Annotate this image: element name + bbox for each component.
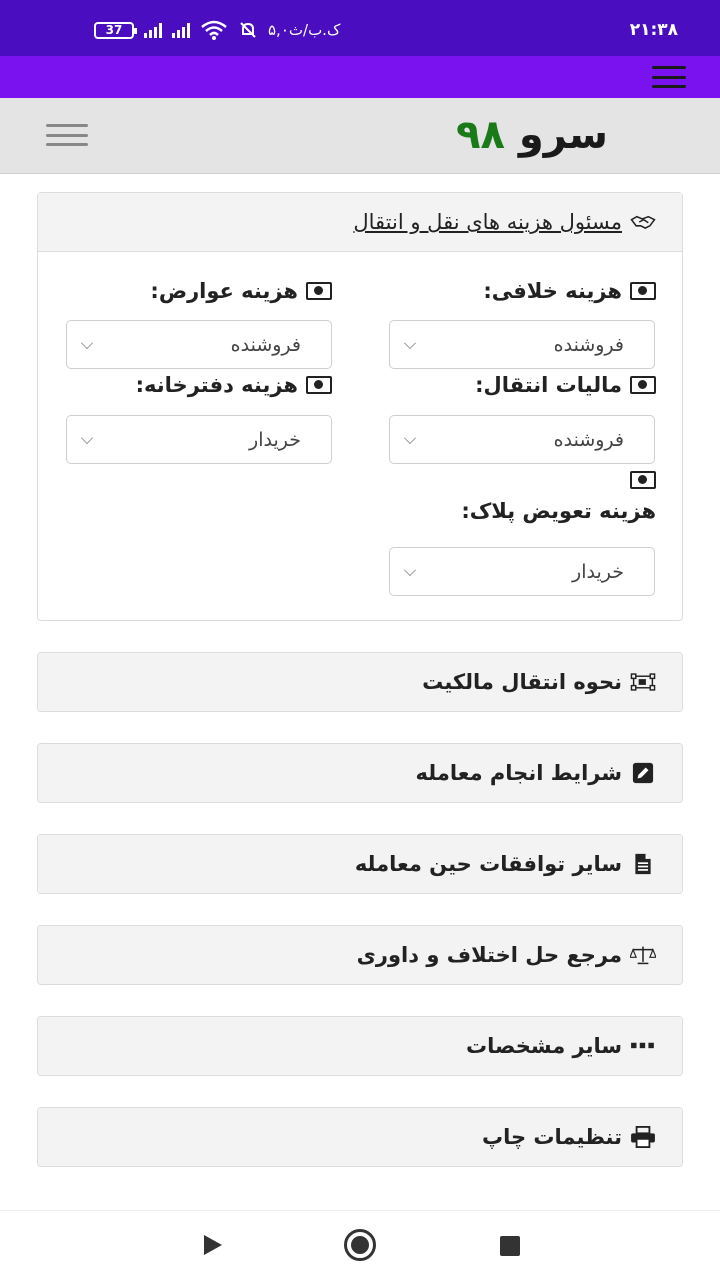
scale-icon: [630, 946, 656, 965]
app-menu-icon[interactable]: [652, 66, 686, 88]
section-header[interactable]: مرجع حل اختلاف و داوری: [38, 926, 682, 984]
notary-cost-field: هزینه دفترخانه:: [136, 373, 332, 397]
section-label: مرجع حل اختلاف و داوری: [356, 943, 622, 967]
chevron-down-icon: [404, 337, 416, 349]
section-other-agreements[interactable]: سایر توافقات حین معامله: [37, 834, 683, 894]
plate-change-select[interactable]: خریدار: [389, 547, 655, 596]
money-icon: [630, 471, 656, 489]
transfer-tax-select[interactable]: فروشنده: [389, 415, 655, 464]
status-bar: 37 ۵,۰ک.ب/ث ۲۱:۳۸: [0, 0, 720, 56]
duties-cost-select[interactable]: فروشنده: [66, 320, 332, 369]
section-header[interactable]: سایر توافقات حین معامله: [38, 835, 682, 893]
printer-icon: [631, 1126, 655, 1148]
section-header[interactable]: نحوه انتقال مالکیت: [38, 653, 682, 711]
site-header: سرو ۹۸: [0, 98, 720, 174]
section-label: نحوه انتقال مالکیت: [422, 670, 622, 694]
signal-icon-2: [172, 22, 190, 38]
duties-cost-field: هزینه عوارض:: [150, 279, 332, 303]
home-icon[interactable]: [344, 1229, 376, 1261]
notary-cost-value: خریدار: [249, 429, 301, 451]
transfer-tax-value: فروشنده: [553, 429, 624, 451]
signal-icon: [144, 22, 162, 38]
section-header[interactable]: تنظیمات چاپ: [38, 1108, 682, 1166]
recent-apps-icon[interactable]: [500, 1236, 520, 1256]
system-nav-bar: [0, 1210, 720, 1280]
chevron-down-icon: [404, 432, 416, 444]
status-icons: 37 ۵,۰ک.ب/ث: [94, 20, 340, 40]
costs-responsibility-card: مسئول هزینه های نقل و انتقال هزینه خلافی…: [37, 192, 683, 621]
muted-bell-icon: [240, 22, 256, 38]
transfer-tax-field: مالیات انتقال:: [475, 373, 656, 397]
chevron-down-icon: [404, 564, 416, 576]
money-icon: [630, 376, 656, 394]
money-icon: [630, 282, 656, 300]
money-icon: [306, 376, 332, 394]
plate-change-field: هزینه تعویض پلاک:: [461, 471, 656, 523]
app-bar: [0, 56, 720, 98]
duties-cost-label: هزینه عوارض:: [150, 279, 298, 303]
section-ownership-transfer[interactable]: نحوه انتقال مالکیت: [37, 652, 683, 712]
brand-number: ۹۸: [456, 112, 505, 158]
notary-cost-label: هزینه دفترخانه:: [135, 373, 298, 397]
document-icon: [635, 853, 651, 875]
chevron-down-icon: [81, 337, 93, 349]
battery-level: 37: [105, 22, 123, 37]
costs-card-header[interactable]: مسئول هزینه های نقل و انتقال: [38, 193, 682, 252]
section-other-specs[interactable]: سایر مشخصات: [37, 1016, 683, 1076]
section-print-settings[interactable]: تنظیمات چاپ: [37, 1107, 683, 1167]
battery-icon: 37: [94, 21, 137, 39]
back-icon[interactable]: [204, 1235, 222, 1255]
costs-card-title: مسئول هزینه های نقل و انتقال: [353, 210, 622, 234]
money-icon: [306, 282, 332, 300]
chevron-down-icon: [81, 432, 93, 444]
section-label: تنظیمات چاپ: [482, 1125, 622, 1149]
handshake-icon: [630, 215, 656, 229]
violation-cost-select[interactable]: فروشنده: [389, 320, 655, 369]
section-dispute-resolution[interactable]: مرجع حل اختلاف و داوری: [37, 925, 683, 985]
site-logo[interactable]: سرو ۹۸: [456, 112, 608, 158]
section-label: سایر توافقات حین معامله: [354, 852, 622, 876]
clock: ۲۱:۳۸: [629, 20, 678, 40]
transfer-diagram-icon: [630, 673, 656, 691]
site-menu-icon[interactable]: [46, 124, 88, 146]
section-label: شرایط انجام معامله: [415, 761, 622, 785]
section-header[interactable]: سایر مشخصات: [38, 1017, 682, 1075]
violation-cost-value: فروشنده: [553, 334, 624, 356]
edit-icon: [632, 762, 654, 784]
transfer-tax-label: مالیات انتقال:: [475, 373, 622, 397]
ellipsis-icon: [631, 1042, 654, 1049]
violation-cost-field: هزینه خلافی:: [483, 279, 656, 303]
duties-cost-value: فروشنده: [230, 334, 301, 356]
brand-name: سرو: [518, 112, 608, 158]
section-label: سایر مشخصات: [466, 1034, 622, 1058]
section-deal-conditions[interactable]: شرایط انجام معامله: [37, 743, 683, 803]
wifi-icon: [201, 20, 227, 40]
plate-change-label: هزینه تعویض پلاک:: [461, 499, 656, 523]
section-header[interactable]: شرایط انجام معامله: [38, 744, 682, 802]
plate-change-value: خریدار: [572, 561, 624, 583]
notary-cost-select[interactable]: خریدار: [66, 415, 332, 464]
violation-cost-label: هزینه خلافی:: [483, 279, 622, 303]
net-speed: ۵,۰ک.ب/ث: [268, 21, 341, 39]
